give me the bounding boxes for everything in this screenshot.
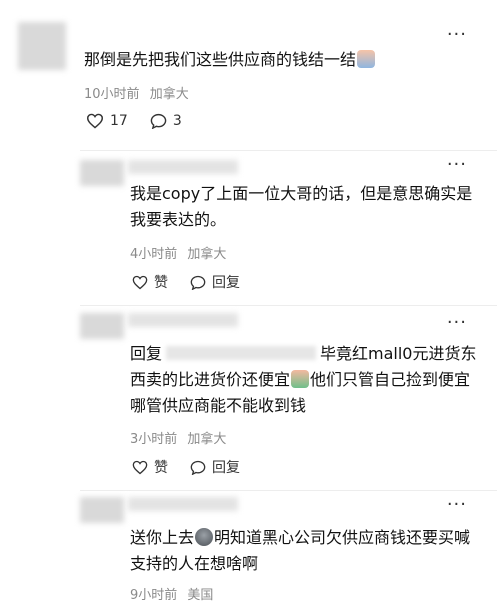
more-dots-icon[interactable]: ··· <box>447 314 467 332</box>
username[interactable] <box>128 160 238 174</box>
more-dots-icon[interactable]: ··· <box>447 496 467 514</box>
divider <box>80 490 497 491</box>
like-button[interactable]: 赞 <box>132 272 168 292</box>
comment-bubble-icon <box>150 113 167 129</box>
reply-label: 回复 <box>212 460 240 476</box>
location: 加拿大 <box>187 247 227 262</box>
location: 美国 <box>187 588 214 603</box>
comment-meta: 3小时前 加拿大 <box>130 428 226 447</box>
avatar[interactable] <box>80 497 124 523</box>
divider <box>80 305 497 306</box>
reply-button[interactable]: 回复 <box>190 272 240 292</box>
location: 加拿大 <box>187 432 227 447</box>
like-label: 赞 <box>154 460 168 476</box>
avatar[interactable] <box>80 160 124 186</box>
heart-icon <box>86 113 104 129</box>
reply-label: 回复 <box>212 275 240 291</box>
comment-bubble-icon <box>190 460 206 475</box>
emoji-icon <box>195 528 214 546</box>
avatar[interactable] <box>18 22 66 70</box>
like-button[interactable]: 赞 <box>132 457 168 477</box>
username[interactable] <box>128 313 238 327</box>
comment-actions: 赞 回复 <box>132 272 240 292</box>
comment-actions: 17 3 <box>86 113 182 129</box>
mentioned-user[interactable] <box>166 346 317 360</box>
like-button[interactable]: 17 <box>86 113 128 129</box>
timestamp: 10小时前 <box>84 87 140 102</box>
more-dots-icon[interactable]: ··· <box>447 26 467 44</box>
reply-count: 3 <box>172 113 182 129</box>
timestamp: 9小时前 <box>130 588 178 603</box>
timestamp: 4小时前 <box>130 247 178 262</box>
comment-thread: ··· 那倒是先把我们这些供应商的钱结一结 10小时前 加拿大 17 3 ···… <box>0 0 497 615</box>
username[interactable] <box>128 497 238 511</box>
location: 加拿大 <box>149 87 189 102</box>
comment-meta: 9小时前 美国 <box>130 584 213 603</box>
like-label: 赞 <box>154 275 168 291</box>
emoji-icon <box>357 50 376 68</box>
more-dots-icon[interactable]: ··· <box>447 156 467 174</box>
comment-text: 那倒是先把我们这些供应商的钱结一结 <box>84 47 464 73</box>
reply-prefix: 回复 <box>130 344 163 363</box>
heart-icon <box>132 275 148 289</box>
timestamp: 3小时前 <box>130 432 178 447</box>
heart-icon <box>132 460 148 474</box>
reply-button[interactable]: 3 <box>150 113 182 129</box>
comment-text: 我是copy了上面一位大哥的话，但是意思确实是我要表达的。 <box>130 184 473 229</box>
comment-meta: 10小时前 加拿大 <box>84 83 189 102</box>
avatar[interactable] <box>80 313 124 339</box>
comment-text: 回复 毕竟红mall0元进货东西卖的比进货价还便宜 他们只管自己捡到便宜哪管供应商能… <box>130 344 477 415</box>
comment-bubble-icon <box>190 275 206 290</box>
comment-text: 送你上去 明知道黑心公司欠供应商钱还要买喊支持的人在想啥啊 <box>130 528 471 573</box>
like-count: 17 <box>110 113 128 129</box>
comment-actions: 赞 回复 <box>132 457 240 477</box>
comment-meta: 4小时前 加拿大 <box>130 243 226 262</box>
divider <box>80 150 497 151</box>
reply-button[interactable]: 回复 <box>190 457 240 477</box>
emoji-icon <box>291 370 310 388</box>
